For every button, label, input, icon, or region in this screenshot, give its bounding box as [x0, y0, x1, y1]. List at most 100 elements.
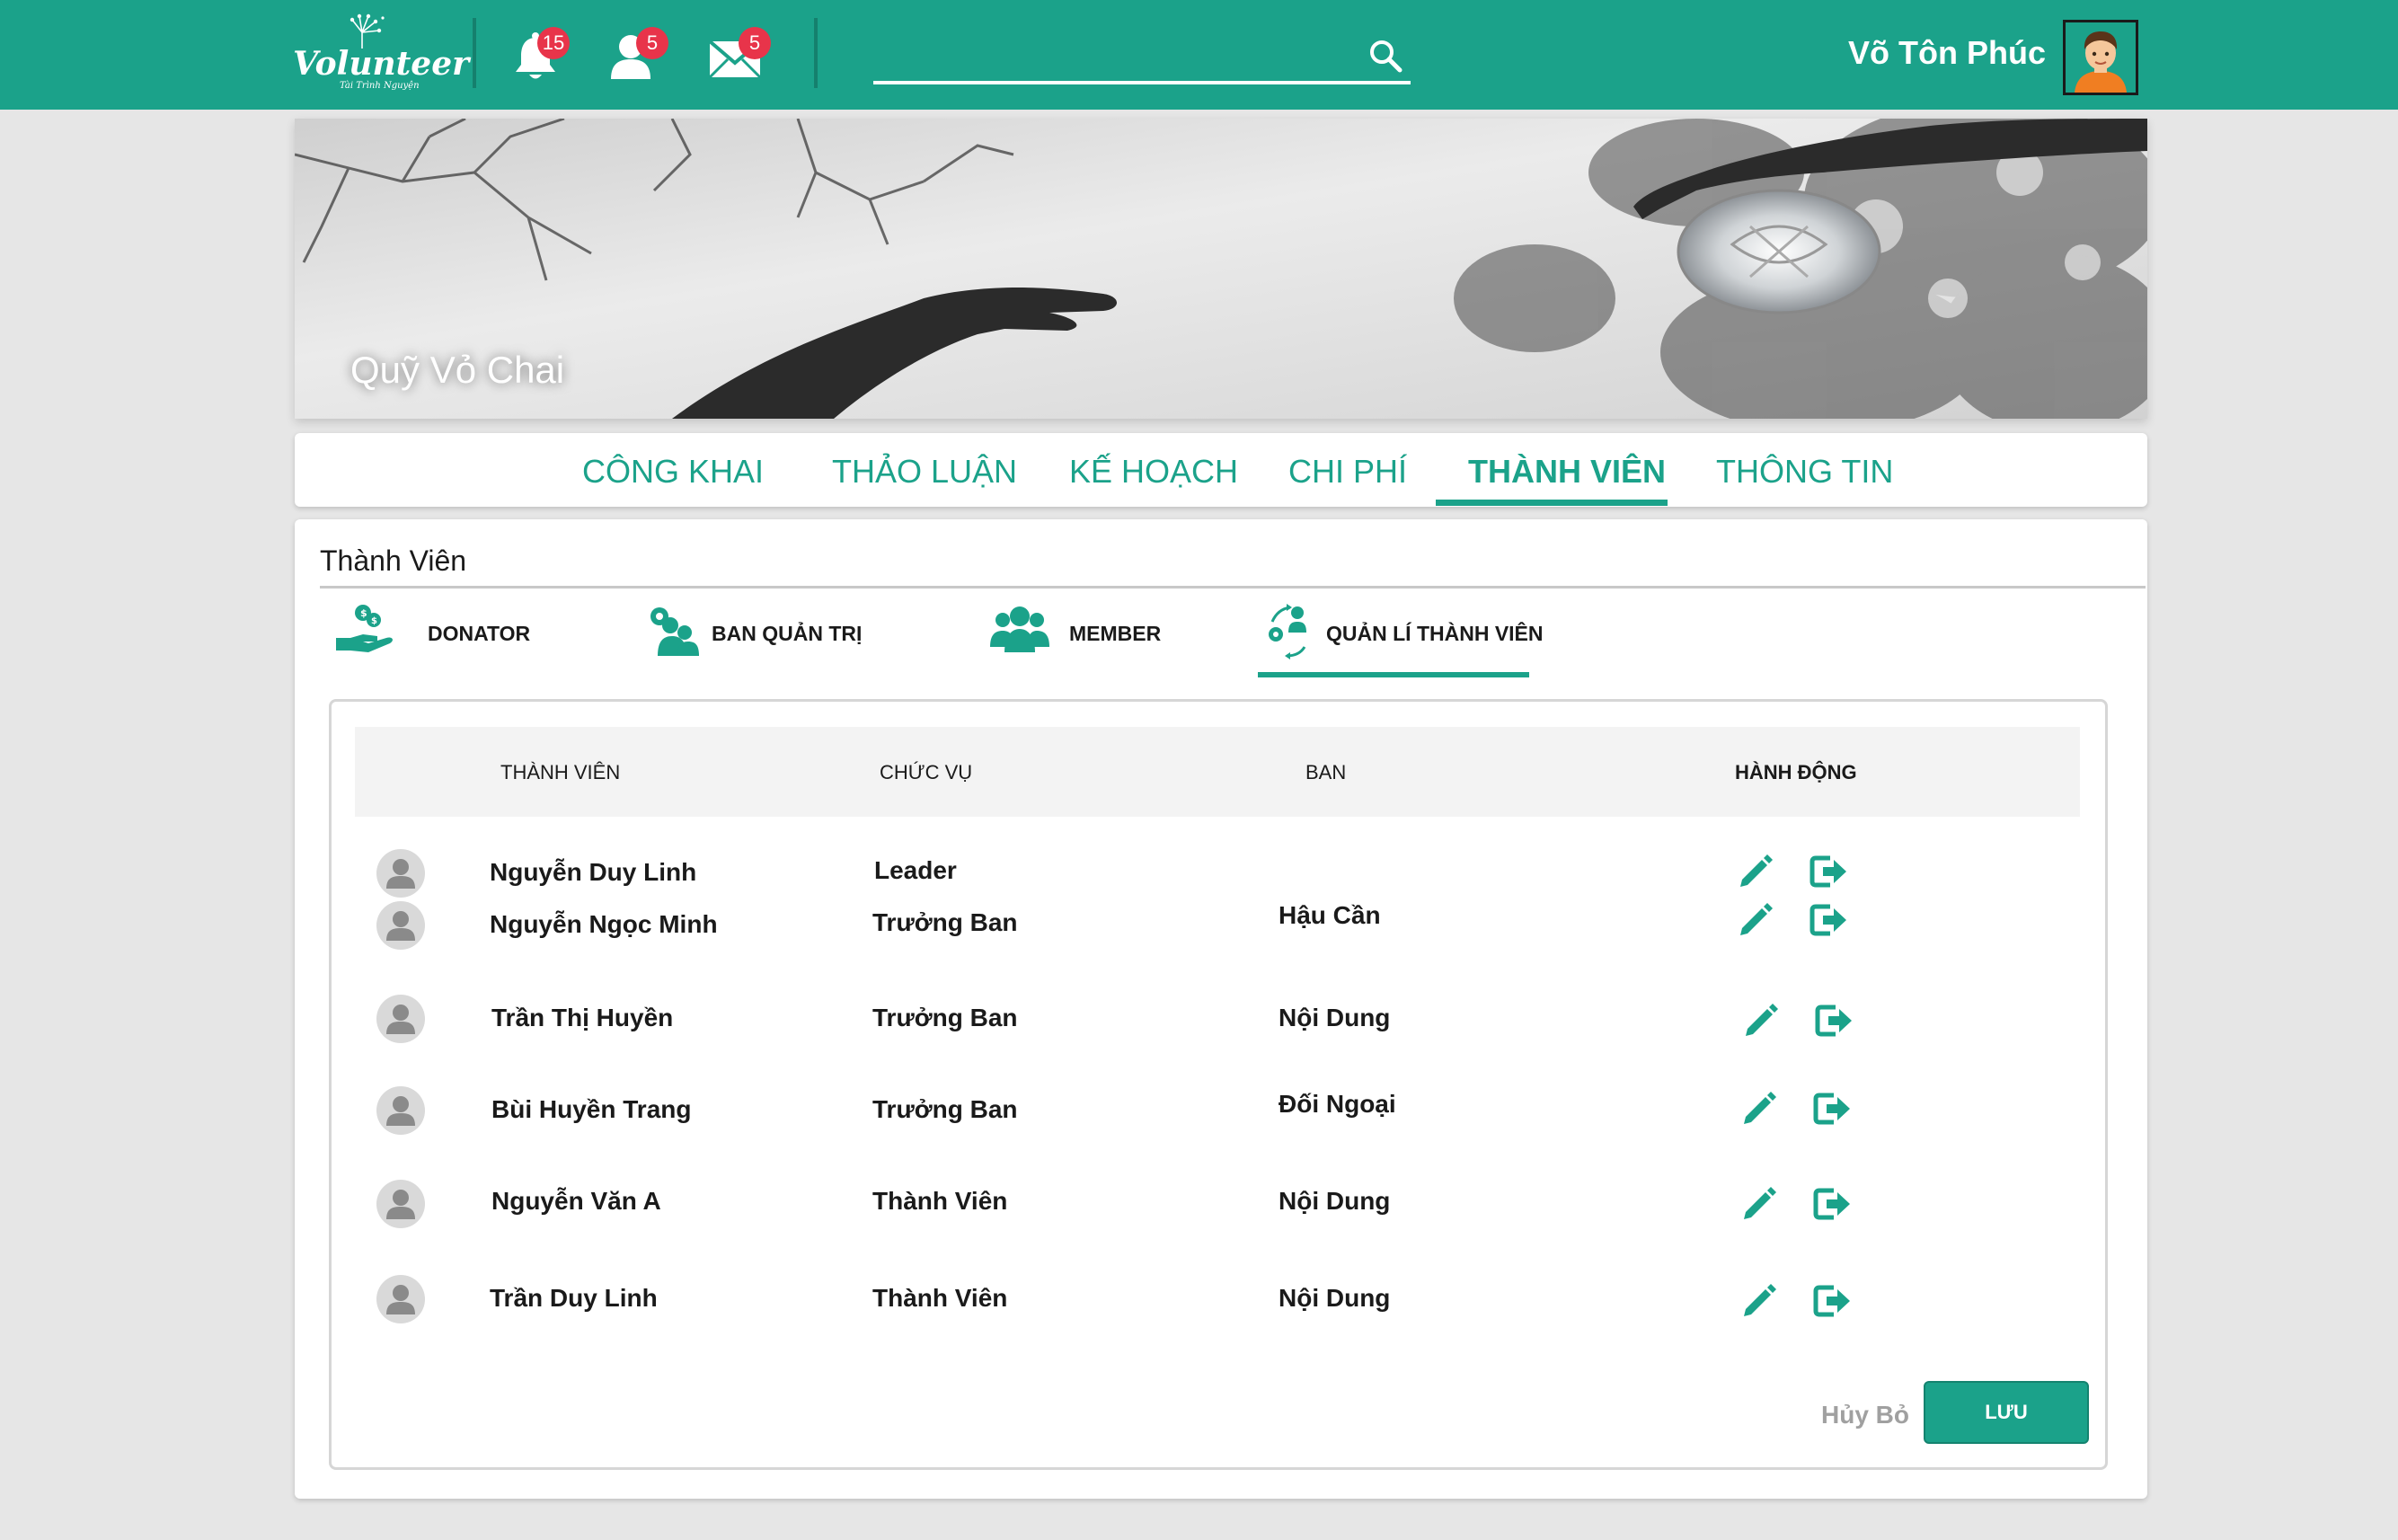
messages-button[interactable]: 5 — [708, 27, 771, 84]
members-panel: Thành Viên $ $ DONATOR BAN QUẢN TRỊ MEMB… — [295, 519, 2147, 1499]
admin-group-icon — [650, 607, 699, 656]
member-team: Nội Dung — [1279, 1004, 1391, 1031]
edit-icon[interactable] — [1735, 851, 1776, 892]
column-header-team: BAN — [1305, 761, 1347, 783]
member-team: Đối Ngoại — [1279, 1090, 1396, 1118]
divider — [814, 18, 818, 88]
default-avatar-icon — [386, 1285, 415, 1314]
member-role: Trưởng Ban — [872, 908, 1018, 936]
svg-text:$: $ — [371, 616, 377, 626]
subtab-label: QUẢN LÍ THÀNH VIÊN — [1326, 622, 1544, 645]
member-team: Hậu Cần — [1279, 901, 1381, 929]
cancel-button[interactable]: Hủy Bỏ — [1821, 1401, 1909, 1429]
default-avatar-icon — [386, 911, 415, 941]
divider — [473, 18, 476, 88]
edit-icon[interactable] — [1739, 1280, 1780, 1322]
tab-ke-hoach[interactable]: KẾ HOẠCH — [1069, 453, 1238, 491]
tab-thong-tin[interactable]: THÔNG TIN — [1716, 453, 1893, 491]
active-subtab-indicator — [1258, 672, 1529, 677]
avatar-icon — [2066, 22, 2136, 93]
member-team: Nội Dung — [1279, 1187, 1391, 1215]
avatar — [376, 901, 425, 950]
friend-requests-button[interactable]: 5 — [607, 27, 668, 84]
search-underline — [873, 81, 1411, 84]
member-role: Thành Viên — [872, 1187, 1008, 1215]
group-cover-banner: Quỹ Vỏ Chai — [295, 119, 2147, 419]
edit-icon[interactable] — [1739, 1183, 1780, 1225]
member-name: Trần Thị Huyền — [491, 1004, 674, 1031]
avatar — [376, 1180, 425, 1228]
tab-thao-luan[interactable]: THẢO LUẬN — [832, 453, 1017, 491]
avatar — [376, 1275, 425, 1323]
member-role: Leader — [874, 856, 957, 884]
avatar — [376, 849, 425, 898]
svg-text:$: $ — [360, 607, 367, 619]
subtab-donator[interactable]: $ $ DONATOR — [332, 602, 566, 667]
subtab-member[interactable]: MEMBER — [987, 602, 1202, 667]
leave-icon[interactable] — [1807, 851, 1848, 892]
member-name: Bùi Huyền Trang — [491, 1095, 692, 1123]
leave-icon[interactable] — [1807, 899, 1848, 941]
tab-chi-phi[interactable]: CHI PHÍ — [1288, 453, 1407, 491]
column-header-role: CHỨC VỤ — [880, 761, 973, 783]
dandelion-icon — [350, 13, 385, 49]
friend-requests-badge: 5 — [636, 27, 668, 59]
logo-text: Volunteer — [293, 45, 470, 83]
default-avatar-icon — [386, 1096, 415, 1126]
search-input[interactable] — [873, 34, 1362, 79]
member-role: Thành Viên — [872, 1284, 1008, 1312]
section-title: Thành Viên — [320, 544, 467, 577]
save-button[interactable]: LƯU — [1924, 1381, 2089, 1444]
tab-thanh-vien[interactable]: THÀNH VIÊN — [1468, 453, 1666, 491]
table-row: Trần Duy Linh Thành Viên Nội Dung — [355, 1266, 2080, 1338]
members-table: THÀNH VIÊN CHỨC VỤ BAN HÀNH ĐỘNG Nguyễn … — [329, 699, 2108, 1470]
group-name: Quỹ Vỏ Chai — [350, 349, 565, 391]
column-header-member: THÀNH VIÊN — [500, 761, 621, 783]
member-role: Trưởng Ban — [872, 1095, 1018, 1123]
logo-subtext: Tài Trình Nguyện — [340, 81, 420, 91]
leave-icon[interactable] — [1810, 1183, 1852, 1225]
app-logo[interactable]: Volunteer Tài Trình Nguyện — [293, 13, 469, 91]
member-name: Nguyễn Văn A — [491, 1187, 661, 1215]
messages-badge: 5 — [739, 27, 771, 59]
notifications-button[interactable]: 15 — [510, 27, 570, 84]
table-header: THÀNH VIÊN CHỨC VỤ BAN HÀNH ĐỘNG — [355, 727, 2080, 817]
subtab-label: MEMBER — [1069, 622, 1162, 645]
member-role: Trưởng Ban — [872, 1004, 1018, 1031]
donate-hand-icon: $ $ — [336, 605, 393, 652]
leave-icon[interactable] — [1812, 1000, 1854, 1041]
notifications-badge: 15 — [537, 27, 570, 59]
edit-icon[interactable] — [1735, 899, 1776, 941]
table-row: Trần Thị Huyền Trưởng Ban Nội Dung — [355, 986, 2080, 1058]
avatar — [376, 1086, 425, 1135]
leave-icon[interactable] — [1810, 1280, 1852, 1322]
member-name: Nguyễn Duy Linh — [490, 858, 697, 886]
cover-photo — [295, 119, 2147, 419]
edit-icon[interactable] — [1739, 1088, 1780, 1129]
default-avatar-icon — [386, 1190, 415, 1219]
default-avatar-icon — [386, 1005, 415, 1034]
user-name[interactable]: Võ Tôn Phúc — [1848, 34, 2046, 72]
member-team: Nội Dung — [1279, 1284, 1391, 1312]
active-tab-indicator — [1436, 500, 1668, 506]
search-icon[interactable] — [1367, 38, 1403, 74]
top-navbar: Volunteer Tài Trình Nguyện 15 5 5 Võ Tôn… — [0, 0, 2398, 110]
table-row: Bùi Huyền Trang Trưởng Ban Đối Ngoại — [355, 1077, 2080, 1149]
column-header-actions: HÀNH ĐỘNG — [1735, 761, 1857, 783]
avatar — [376, 995, 425, 1043]
user-avatar[interactable] — [2063, 20, 2138, 95]
subtab-label: DONATOR — [428, 622, 531, 645]
member-name: Trần Duy Linh — [490, 1284, 658, 1312]
leave-icon[interactable] — [1810, 1088, 1852, 1129]
default-avatar-icon — [386, 859, 415, 889]
member-name: Nguyễn Ngọc Minh — [490, 910, 718, 938]
subtab-quan-li-thanh-vien[interactable]: QUẢN LÍ THÀNH VIÊN — [1263, 602, 1544, 667]
table-row: Nguyễn Văn A Thành Viên Nội Dung — [355, 1171, 2080, 1243]
people-group-icon — [990, 606, 1049, 652]
edit-icon[interactable] — [1740, 1000, 1782, 1041]
tab-cong-khai[interactable]: CÔNG KHAI — [582, 453, 764, 491]
subtab-label: BAN QUẢN TRỊ — [712, 622, 863, 645]
group-tabs: CÔNG KHAI THẢO LUẬN KẾ HOẠCH CHI PHÍ THÀ… — [295, 433, 2147, 507]
subtab-ban-quan-tri[interactable]: BAN QUẢN TRỊ — [645, 602, 915, 667]
divider — [320, 586, 2146, 589]
